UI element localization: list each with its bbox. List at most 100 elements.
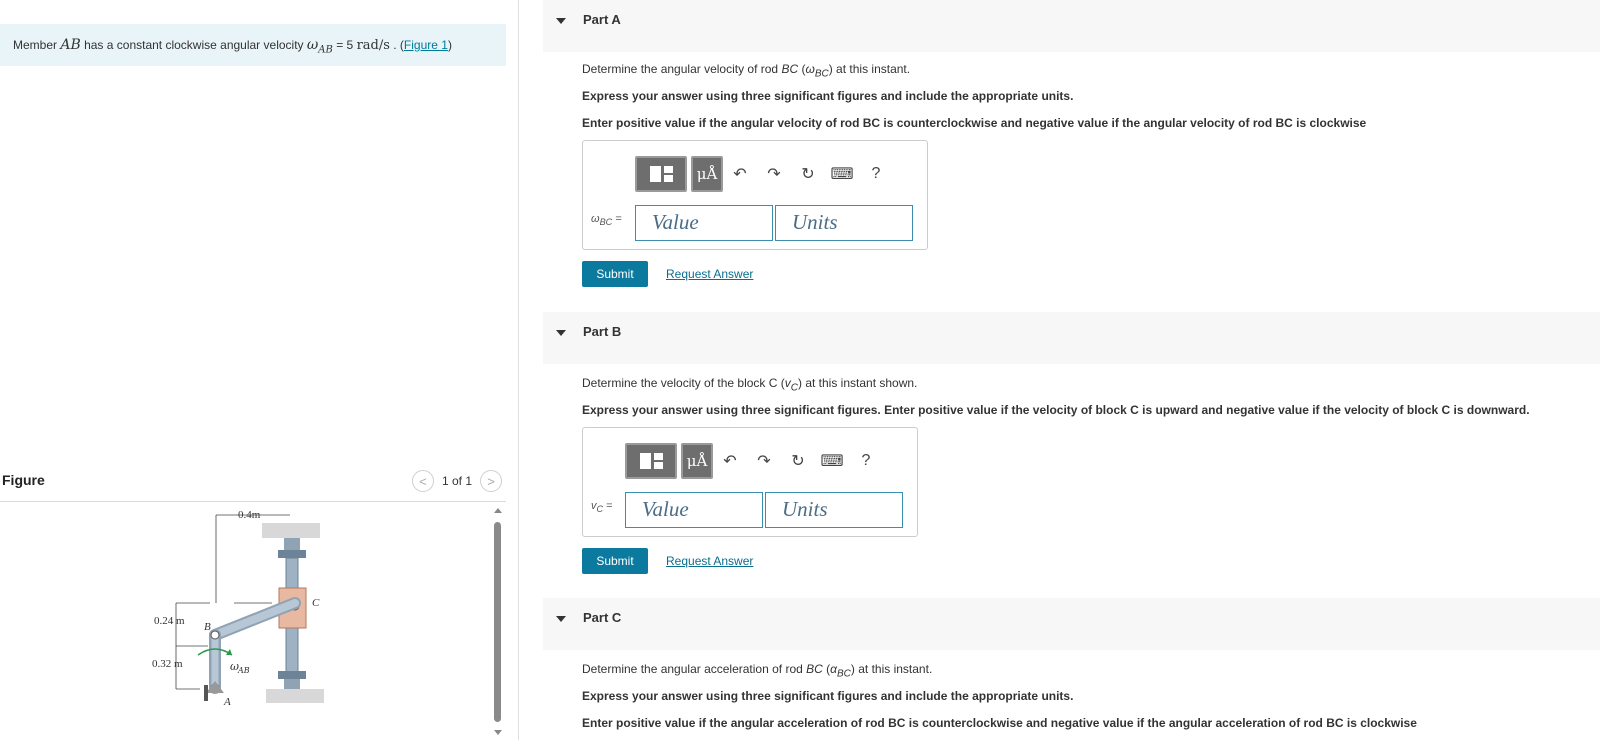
top-support — [284, 538, 300, 550]
redo-icon[interactable]: ↷ — [747, 443, 781, 479]
part-b-title: Part B — [583, 324, 622, 339]
bottom-flange — [278, 671, 306, 679]
figure-title: Figure — [2, 472, 45, 488]
velocity-subscript: C — [790, 382, 798, 394]
var-symbol: ω — [591, 213, 600, 225]
question-text: Determine the angular velocity of rod — [582, 62, 782, 76]
collapse-triangle-icon[interactable] — [556, 330, 566, 336]
reset-icon[interactable]: ↻ — [791, 156, 825, 192]
member-symbol: AB — [60, 37, 81, 53]
pin-b — [210, 630, 220, 640]
help-icon[interactable]: ? — [849, 443, 883, 479]
part-b-instruction: Express your answer using three signific… — [582, 403, 1530, 417]
scroll-thumb[interactable] — [494, 522, 501, 722]
figure-header: Figure < 1 of 1 > — [0, 468, 506, 502]
part-b-answer-box: μÅ ↶ ↷ ↻ ⌨ ? vC = Value Units — [582, 427, 918, 537]
template-button[interactable] — [635, 156, 687, 192]
template-icon — [639, 453, 663, 469]
submit-button[interactable]: Submit — [582, 548, 648, 574]
collapse-triangle-icon[interactable] — [556, 616, 566, 622]
variable-label: ωBC = — [591, 213, 622, 227]
part-a-question: Determine the angular velocity of rod BC… — [582, 62, 910, 79]
part-a-sign-note: Enter positive value if the angular velo… — [582, 116, 1367, 130]
part-a-title: Part A — [583, 12, 621, 27]
scroll-up-icon[interactable] — [494, 508, 502, 513]
unit-text: rad/s — [356, 38, 390, 53]
value-input[interactable]: Value — [625, 492, 763, 528]
chevron-left-icon: < — [419, 473, 427, 489]
chevron-right-icon: > — [487, 473, 495, 489]
vertical-rod — [285, 557, 299, 589]
figure-link[interactable]: Figure 1 — [404, 38, 448, 52]
reset-icon[interactable]: ↻ — [781, 443, 815, 479]
units-button[interactable]: μÅ — [681, 443, 713, 479]
math-toolbar: μÅ ↶ ↷ ↻ ⌨ ? — [635, 155, 893, 193]
variable-label: vC = — [591, 500, 613, 514]
dim-label-a: 0.24 m — [154, 615, 185, 627]
left-panel: Member AB has a constant clockwise angul… — [0, 0, 518, 740]
prev-figure-button[interactable]: < — [411, 470, 434, 492]
question-text: Determine the velocity of the block C ( — [582, 376, 785, 390]
figure-scrollbar[interactable] — [492, 508, 504, 740]
keyboard-icon[interactable]: ⌨ — [825, 156, 859, 192]
mechanism-diagram: 0.4m 0.24 m 0.32 m B C A ω AB — [152, 509, 324, 708]
next-figure-button[interactable]: > — [480, 470, 502, 492]
panel-divider — [518, 0, 519, 740]
problem-text: Member — [13, 38, 61, 52]
label-c: C — [312, 597, 320, 609]
redo-icon[interactable]: ↷ — [757, 156, 791, 192]
collapse-triangle-icon[interactable] — [556, 18, 566, 24]
help-icon[interactable]: ? — [859, 156, 893, 192]
undo-icon[interactable]: ↶ — [723, 156, 757, 192]
problem-text: . ( — [389, 38, 404, 52]
rod-symbol: BC — [781, 62, 799, 76]
dim-label-b: 0.32 m — [152, 658, 183, 670]
part-c-title: Part C — [583, 610, 622, 625]
ceiling — [262, 523, 320, 538]
units-input[interactable]: Units — [765, 492, 903, 528]
problem-statement: Member AB has a constant clockwise angul… — [0, 24, 506, 66]
label-omega-sub: AB — [237, 666, 250, 675]
undo-icon[interactable]: ↶ — [713, 443, 747, 479]
question-text: ) at this instant. — [850, 662, 933, 676]
omega-symbol: ω — [306, 37, 319, 53]
pivot-base — [206, 681, 224, 693]
part-c-instruction: Express your answer using three signific… — [582, 689, 1074, 703]
equals-sign: = — [612, 213, 622, 225]
label-b: B — [204, 621, 211, 633]
question-text: ) at this instant shown. — [798, 376, 918, 390]
units-input[interactable]: Units — [775, 205, 913, 241]
page-indicator: 1 of 1 — [441, 474, 472, 488]
submit-button[interactable]: Submit — [582, 261, 648, 287]
part-a-header[interactable]: Part A — [543, 0, 1600, 52]
scroll-down-icon[interactable] — [494, 730, 502, 735]
units-icon: μÅ — [686, 452, 708, 470]
part-c-header[interactable]: Part C — [543, 598, 1600, 650]
keyboard-icon[interactable]: ⌨ — [815, 443, 849, 479]
units-icon: μÅ — [696, 165, 718, 183]
var-subscript: BC — [599, 217, 613, 228]
omega-symbol: ω — [805, 62, 815, 76]
problem-text: ) — [447, 38, 452, 52]
problem-text: = 5 — [332, 38, 357, 52]
part-b-header[interactable]: Part B — [543, 312, 1600, 364]
units-button[interactable]: μÅ — [691, 156, 723, 192]
part-a-instruction: Express your answer using three signific… — [582, 89, 1074, 103]
question-text: ) at this instant. — [828, 62, 911, 76]
figure-pager: < 1 of 1 > — [411, 470, 502, 492]
alpha-symbol: α — [830, 662, 837, 676]
part-c-question: Determine the angular acceleration of ro… — [582, 662, 932, 679]
request-answer-link[interactable]: Request Answer — [666, 267, 753, 281]
value-input[interactable]: Value — [635, 205, 773, 241]
part-a-answer-box: μÅ ↶ ↷ ↻ ⌨ ? ωBC = Value Units — [582, 140, 928, 250]
omega-subscript: AB — [318, 44, 333, 56]
top-flange — [278, 550, 306, 558]
problem-text: has a constant clockwise angular velocit… — [80, 38, 307, 52]
request-answer-link[interactable]: Request Answer — [666, 554, 753, 568]
dim-label-top: 0.4m — [238, 509, 261, 521]
template-button[interactable] — [625, 443, 677, 479]
question-text: Determine the angular acceleration of ro… — [582, 662, 807, 676]
wall-a — [204, 685, 208, 701]
vertical-rod-lower — [285, 627, 299, 674]
figure-image: 0.4m 0.24 m 0.32 m B C A ω AB — [0, 503, 490, 740]
